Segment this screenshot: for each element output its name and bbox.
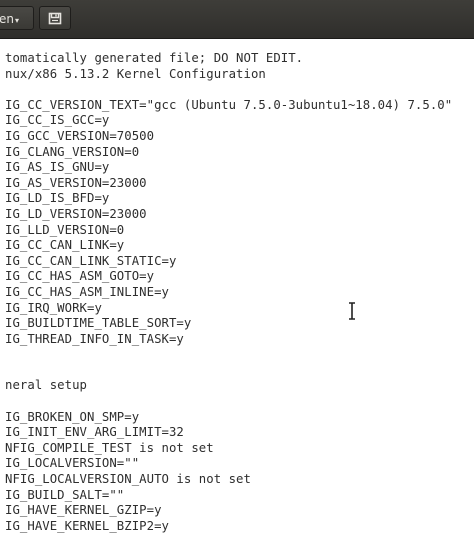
text-editor-area[interactable]: tomatically generated file; DO NOT EDIT.… bbox=[0, 39, 474, 537]
code-line: IG_BUILDTIME_TABLE_SORT=y bbox=[5, 316, 192, 331]
code-line: NFIG_LOCALVERSION_AUTO is not set bbox=[5, 472, 251, 487]
config-lines: tomatically generated file; DO NOT EDIT.… bbox=[5, 51, 452, 534]
code-line: NFIG_COMPILE_TEST is not set bbox=[5, 440, 214, 455]
code-line: IG_HAVE_KERNEL_GZIP=y bbox=[5, 503, 162, 518]
code-line: IG_CC_HAS_ASM_GOTO=y bbox=[5, 269, 155, 284]
code-line: IG_THREAD_INFO_IN_TASK=y bbox=[5, 331, 184, 346]
code-line: neral setup bbox=[5, 378, 87, 393]
text-cursor-icon bbox=[349, 302, 355, 320]
code-line: IG_HAVE_KERNEL_BZIP2=y bbox=[5, 518, 169, 533]
code-line: IG_LLD_VERSION=0 bbox=[5, 222, 125, 237]
open-button[interactable]: en▾ bbox=[0, 6, 34, 30]
code-line: IG_BUILD_SALT="" bbox=[5, 487, 125, 502]
code-line: IG_CC_CAN_LINK=y bbox=[5, 238, 125, 253]
code-line: tomatically generated file; DO NOT EDIT. bbox=[5, 51, 304, 65]
code-line: IG_GCC_VERSION=70500 bbox=[5, 128, 155, 143]
code-line: IG_AS_VERSION=23000 bbox=[5, 175, 147, 190]
code-line: IG_LD_IS_BFD=y bbox=[5, 191, 110, 206]
code-line: IG_LOCALVERSION="" bbox=[5, 456, 140, 471]
code-line: IG_AS_IS_GNU=y bbox=[5, 160, 110, 175]
save-button[interactable] bbox=[39, 6, 71, 30]
chevron-down-icon: ▾ bbox=[15, 16, 20, 25]
code-line: IG_CLANG_VERSION=0 bbox=[5, 144, 140, 159]
code-line: IG_LD_VERSION=23000 bbox=[5, 206, 147, 221]
code-line: IG_IRQ_WORK=y bbox=[5, 300, 102, 315]
header-bar: en▾ bbox=[0, 0, 474, 39]
code-line: IG_CC_VERSION_TEXT="gcc (Ubuntu 7.5.0-3u… bbox=[5, 97, 453, 112]
code-line: IG_CC_HAS_ASM_INLINE=y bbox=[5, 284, 169, 299]
code-line: nux/x86 5.13.2 Kernel Configuration bbox=[5, 66, 266, 81]
code-line: IG_BROKEN_ON_SMP=y bbox=[5, 409, 140, 424]
code-line: IG_CC_CAN_LINK_STATIC=y bbox=[5, 253, 177, 268]
code-line: IG_INIT_ENV_ARG_LIMIT=32 bbox=[5, 425, 184, 440]
code-line: IG_CC_IS_GCC=y bbox=[5, 113, 110, 128]
open-button-label: en bbox=[0, 12, 14, 26]
save-to-disk-icon bbox=[48, 12, 62, 25]
